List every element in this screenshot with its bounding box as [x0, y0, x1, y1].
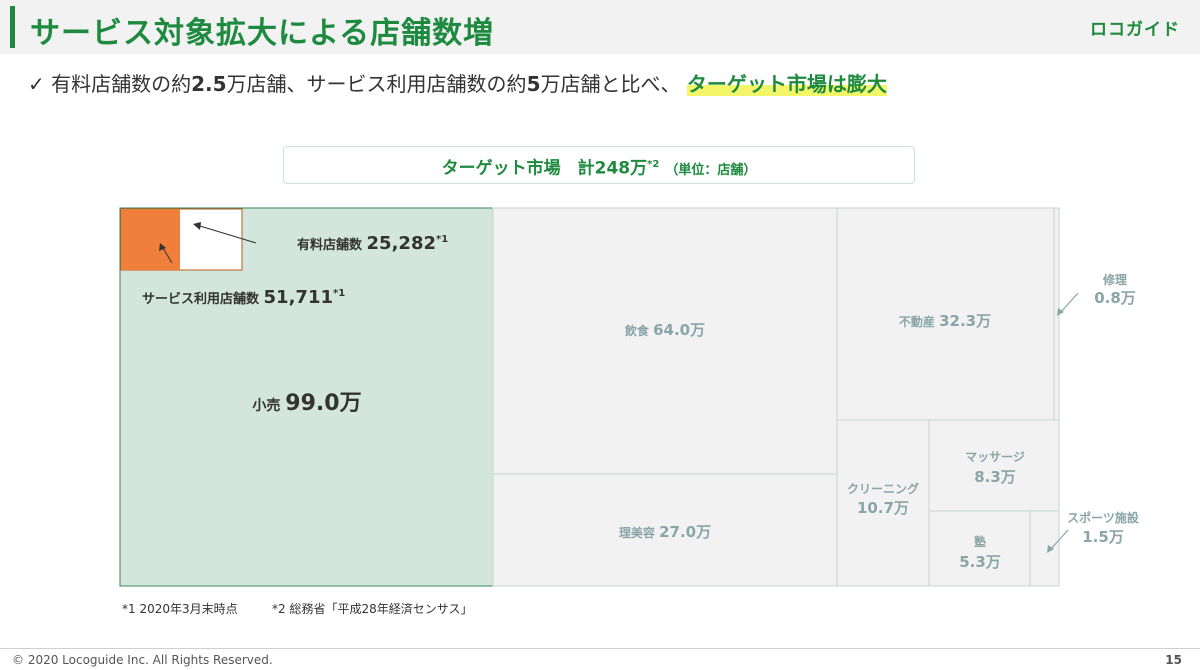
copyright: © 2020 Locoguide Inc. All Rights Reserve… — [12, 653, 273, 667]
page-number: 15 — [1165, 653, 1182, 667]
footnote-1: *1 2020年3月末時点 — [122, 602, 238, 616]
cell-label-repair-value: 0.8万 — [1094, 289, 1136, 307]
cell-label-beauty: 理美容 27.0万 — [619, 523, 711, 541]
footnote-2: *2 総務省「平成28年経済センサス」 — [272, 602, 473, 616]
cell-label-sports-value: 1.5万 — [1082, 528, 1124, 546]
cell-label-massage-name: マッサージ — [965, 450, 1025, 464]
cell-label-sports-name: スポーツ施設 — [1067, 510, 1140, 525]
cell-label-food: 飲食 64.0万 — [624, 321, 705, 339]
footer-divider — [0, 648, 1200, 649]
cell-label-cram-value: 5.3万 — [959, 553, 1001, 571]
cell-label-cleaning-name: クリーニング — [847, 481, 919, 496]
treemap-cell-6 — [928, 419, 1060, 512]
cell-label-massage-value: 8.3万 — [974, 468, 1016, 486]
treemap-chart: 飲食 64.0万理美容 27.0万 不動産 32.3万クリーニング 10.7万 マッサ… — [119, 207, 1140, 587]
cell-label-repair-name: 修理 — [1102, 272, 1127, 287]
treemap-cell-1 — [492, 207, 838, 475]
repair-leader-line — [1059, 292, 1079, 314]
treemap-cell-8 — [1029, 510, 1060, 587]
cell-label-cram-name: 塾 — [974, 534, 986, 549]
cell-label-cleaning-value: 10.7万 — [857, 499, 909, 517]
cell-label-realestate: 不動産 32.3万 — [899, 312, 991, 330]
